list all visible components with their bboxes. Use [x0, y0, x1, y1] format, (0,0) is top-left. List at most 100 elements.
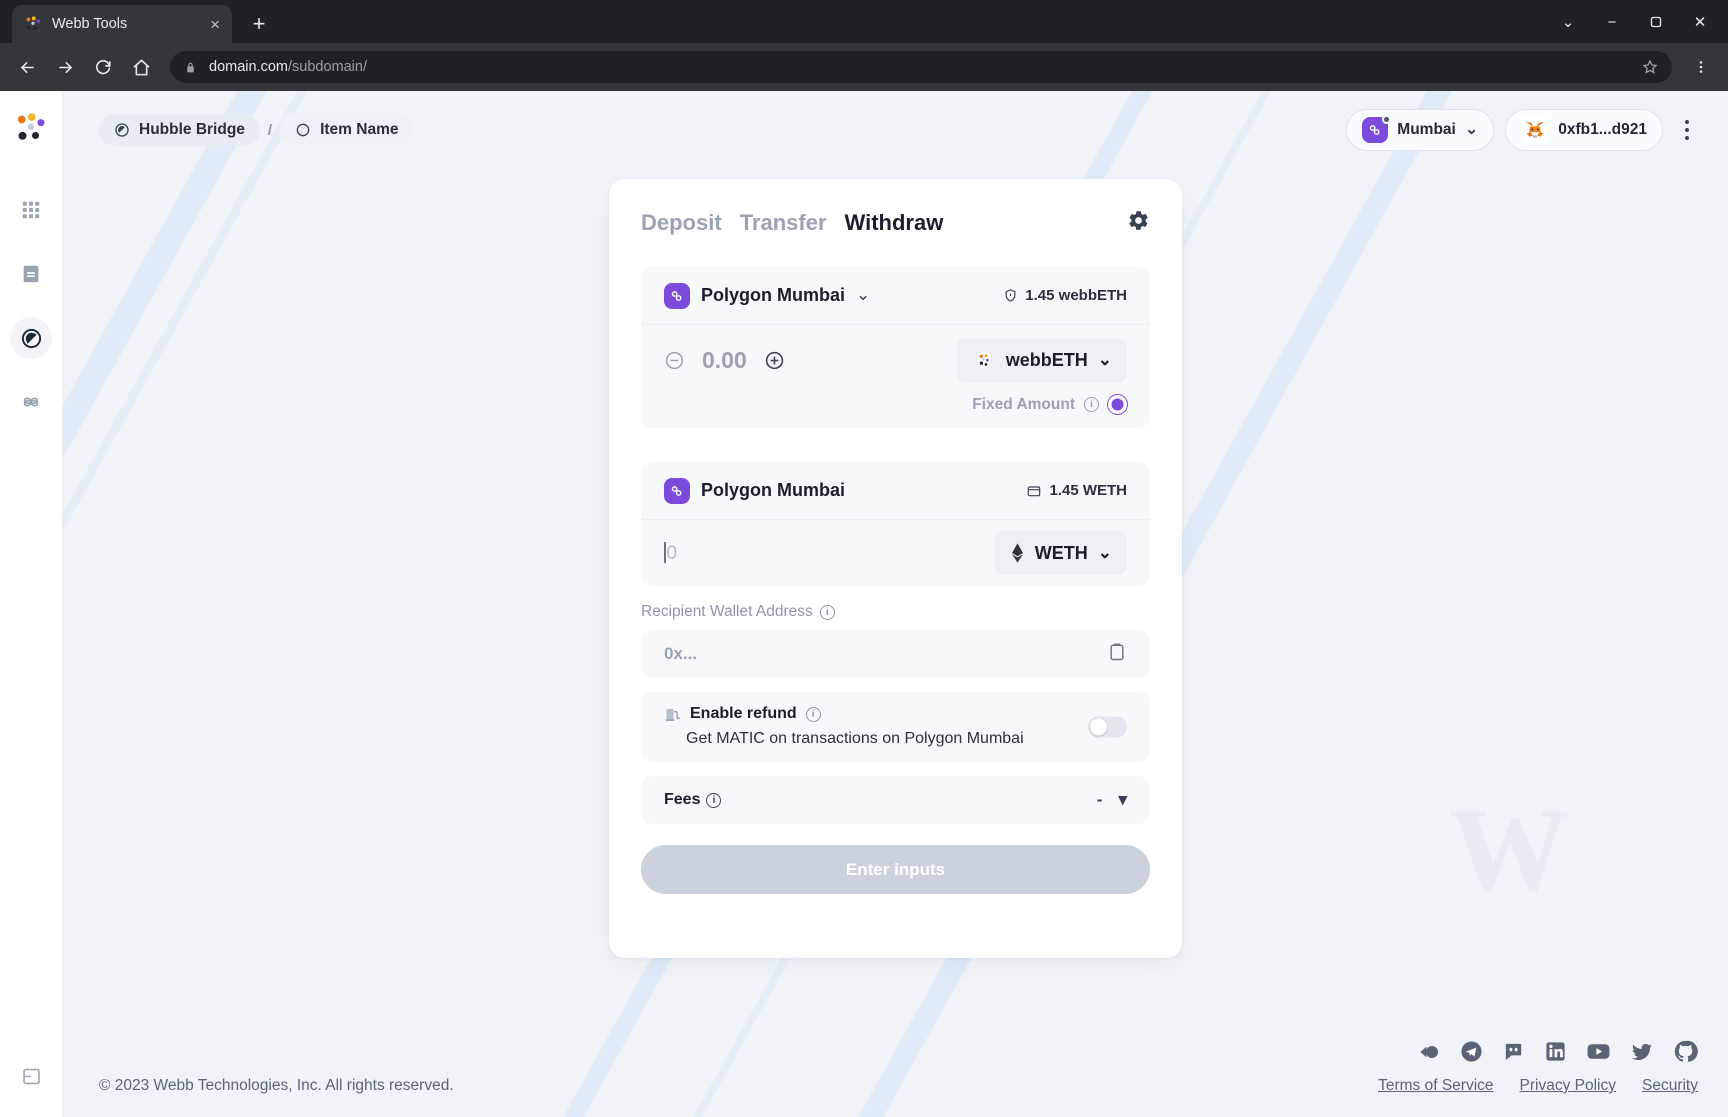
window-collapse-button[interactable]: ⌄ [1548, 8, 1588, 36]
forward-button[interactable] [48, 50, 82, 84]
increment-amount-button[interactable] [764, 350, 785, 371]
tab-transfer[interactable]: Transfer [740, 210, 827, 236]
footer-right: Terms of Service Privacy Policy Security [1378, 1039, 1698, 1095]
enable-refund-toggle[interactable] [1088, 716, 1127, 738]
webb-logo-icon [26, 16, 41, 30]
source-chain-row[interactable]: Polygon Mumbai ⌄ 1.45 webbETH [641, 267, 1150, 325]
bridge-card: Deposit Transfer Withdraw Polygon Mumbai… [609, 179, 1182, 958]
browser-tab[interactable]: Webb Tools × [12, 5, 232, 43]
window-minimize-button[interactable]: − [1592, 8, 1632, 36]
status-dot [1382, 115, 1392, 124]
sidebar-item-apps-grid[interactable] [10, 189, 52, 231]
info-icon[interactable]: i [1084, 397, 1099, 412]
destination-balance: 1.45 WETH [1026, 482, 1127, 499]
document-icon [23, 265, 39, 283]
breadcrumb-item-hubble-bridge[interactable]: Hubble Bridge [99, 114, 260, 146]
grid-icon [22, 201, 40, 219]
footer-social-links [1417, 1039, 1698, 1064]
source-token-selector[interactable]: webbETH ⌄ [956, 337, 1127, 383]
clipboard-icon[interactable] [1107, 642, 1127, 667]
tab-withdraw[interactable]: Withdraw [845, 210, 944, 236]
sidebar-item-bridge[interactable] [10, 317, 52, 359]
settings-gear-button[interactable] [1127, 209, 1150, 237]
destination-panel: Polygon Mumbai 1.45 WETH 0 WETH ⌄ [641, 462, 1150, 586]
footer-link-terms-of-service[interactable]: Terms of Service [1378, 1077, 1493, 1095]
wallet-address-chip[interactable]: 0xfb1...d921 [1505, 109, 1663, 151]
info-icon[interactable]: i [805, 706, 821, 722]
chevron-down-icon: ⌄ [856, 285, 871, 305]
footer-link-privacy-policy[interactable]: Privacy Policy [1520, 1077, 1616, 1095]
window-close-button[interactable]: ✕ [1680, 8, 1720, 36]
info-icon[interactable]: i [706, 792, 722, 808]
sidebar-item-documents[interactable] [10, 253, 52, 295]
tab-deposit[interactable]: Deposit [641, 210, 722, 236]
arrow-right-icon [58, 61, 72, 73]
fees-row[interactable]: Fees i - ▾ [641, 776, 1150, 824]
destination-chain-selector[interactable]: Polygon Mumbai [664, 477, 845, 504]
chevron-down-icon[interactable]: ▾ [1118, 790, 1127, 810]
browser-tabstrip: Webb Tools × + ⌄ − ✕ [0, 0, 1728, 43]
address-bar-text: domain.com/subdomain/ [209, 59, 367, 75]
back-button[interactable] [10, 50, 44, 84]
github-icon[interactable] [1673, 1039, 1698, 1064]
sidebar-item-stats[interactable] [10, 381, 52, 423]
telegram-glyph [1461, 1041, 1482, 1062]
fixed-amount-radio[interactable] [1108, 395, 1127, 414]
destination-token-name: WETH [1034, 542, 1088, 563]
footer-links: Terms of Service Privacy Policy Security [1378, 1077, 1698, 1095]
address-bar[interactable]: domain.com/subdomain/ [170, 51, 1672, 83]
browser-menu-button[interactable] [1684, 50, 1718, 84]
arrow-left-icon [20, 61, 34, 73]
source-chain-selector[interactable]: Polygon Mumbai ⌄ [664, 282, 871, 309]
destination-chain-name: Polygon Mumbai [701, 480, 845, 500]
fixed-amount-label: Fixed Amount [972, 395, 1075, 413]
telegram-icon[interactable] [1460, 1040, 1483, 1063]
half-moon-icon [115, 123, 129, 137]
destination-amount-row: 0 WETH ⌄ [641, 520, 1150, 586]
topbar-kebab-menu-icon[interactable] [1674, 114, 1700, 146]
discord-icon[interactable] [1502, 1040, 1525, 1063]
recipient-placeholder: 0x... [664, 644, 698, 663]
network-name: Mumbai [1397, 121, 1456, 138]
source-token-name: webbETH [1005, 349, 1088, 370]
enable-refund-label: Enable refund [690, 705, 797, 722]
webb-commit-icon[interactable] [1417, 1040, 1441, 1064]
fixed-amount-row[interactable]: Fixed Amount i [641, 395, 1150, 428]
close-tab-icon[interactable]: × [210, 16, 220, 33]
source-balance: 1.45 webbETH [1003, 287, 1127, 304]
breadcrumb-label: Hubble Bridge [139, 121, 245, 138]
recipient-address-input[interactable]: 0x... [641, 630, 1150, 678]
bookmark-star-icon[interactable] [1642, 59, 1658, 75]
circle-icon [296, 123, 310, 137]
infinity-icon [671, 485, 682, 496]
footer-copyright: © 2023 Webb Technologies, Inc. All right… [99, 1077, 454, 1094]
network-selector-chip[interactable]: Mumbai ⌄ [1346, 109, 1495, 151]
app-sidebar [0, 91, 63, 1117]
twitter-icon[interactable] [1630, 1040, 1654, 1064]
submit-button[interactable]: Enter inputs [641, 845, 1150, 894]
card-container: Deposit Transfer Withdraw Polygon Mumbai… [63, 169, 1728, 1025]
footer-link-security[interactable]: Security [1642, 1077, 1698, 1095]
reload-icon [95, 59, 111, 74]
destination-amount-input[interactable]: 0 [664, 541, 677, 565]
sidebar-item-collapse-sidebar[interactable] [10, 1055, 52, 1097]
youtube-icon[interactable] [1586, 1039, 1611, 1064]
destination-chain-row[interactable]: Polygon Mumbai 1.45 WETH [641, 462, 1150, 520]
enable-refund-section: Enable refund i Get MATIC on transaction… [641, 692, 1150, 762]
home-button[interactable] [124, 50, 158, 84]
source-panel: Polygon Mumbai ⌄ 1.45 webbETH 0.00 webbE… [641, 267, 1150, 428]
reload-button[interactable] [86, 50, 120, 84]
app-footer: © 2023 Webb Technologies, Inc. All right… [63, 1025, 1728, 1117]
linkedin-icon[interactable] [1544, 1040, 1567, 1063]
breadcrumb: Hubble Bridge / Item Name [99, 114, 414, 146]
window-maximize-button[interactable] [1636, 8, 1676, 36]
chevron-down-icon: ⌄ [1097, 349, 1112, 369]
decrement-amount-button[interactable] [664, 350, 685, 371]
info-icon[interactable]: i [819, 604, 835, 620]
destination-token-selector[interactable]: WETH ⌄ [994, 531, 1127, 575]
breadcrumb-item-item-name[interactable]: Item Name [280, 114, 414, 146]
window-controls: ⌄ − ✕ [1548, 8, 1720, 36]
chevron-down-icon: ⌄ [1097, 542, 1112, 562]
source-amount-value[interactable]: 0.00 [702, 347, 747, 374]
new-tab-button[interactable]: + [242, 7, 276, 41]
